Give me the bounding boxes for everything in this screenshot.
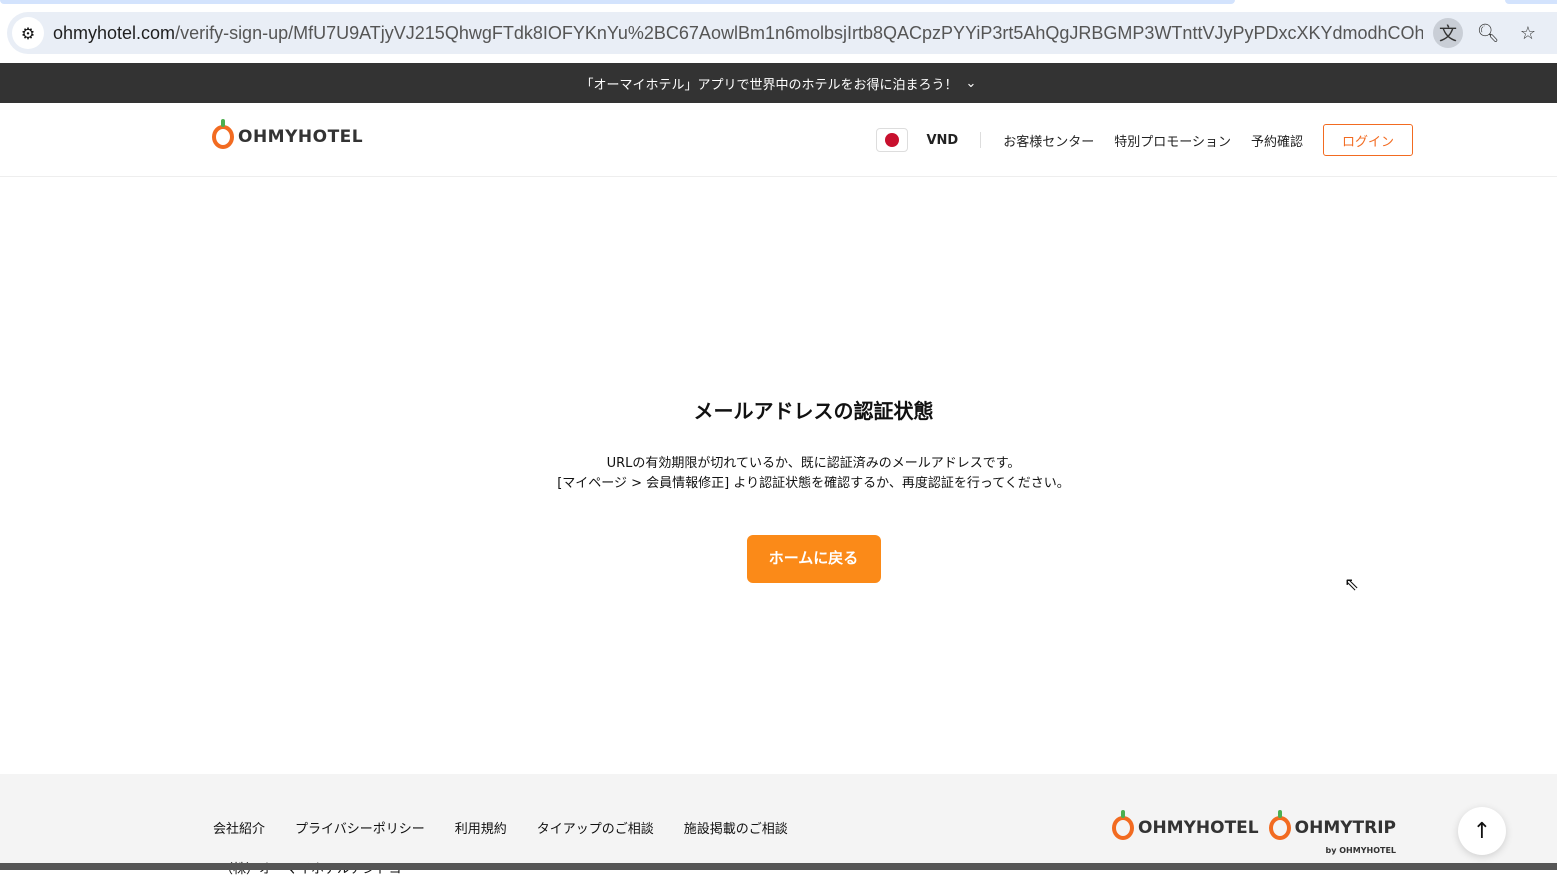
chevron-down-icon[interactable]: ⌄: [966, 76, 977, 91]
footer-logo-ohmytrip[interactable]: OHMYTRIP by OHMYHOTEL: [1268, 810, 1396, 855]
tab-strip: [0, 0, 1557, 5]
orange-logo-icon: [212, 119, 234, 149]
url-text[interactable]: ohmyhotel.com/verify-sign-up/MfU7U9ATjyV…: [53, 23, 1423, 44]
header-nav: VND お客様センター 特別プロモーション 予約確認 ログイン: [876, 124, 1413, 156]
bottom-bar: [0, 863, 1557, 870]
nav-promotions[interactable]: 特別プロモーション: [1114, 131, 1231, 150]
footer-logo-ohmyhotel[interactable]: OHMYHOTEL: [1112, 810, 1259, 840]
logo[interactable]: OHMYHOTEL: [212, 119, 363, 149]
app-banner[interactable]: 「オーマイホテル」アプリで世界中のホテルをお得に泊まろう！ ⌄: [0, 63, 1557, 103]
japan-flag-icon[interactable]: [876, 128, 909, 152]
site-header: OHMYHOTEL VND お客様センター 特別プロモーション 予約確認 ログイ…: [0, 103, 1557, 177]
translate-icon[interactable]: 文: [1433, 18, 1463, 48]
bookmark-star-icon[interactable]: ☆: [1513, 18, 1543, 48]
status-message: URLの有効期限が切れているか、既に認証済みのメールアドレスです。 [マイページ…: [557, 456, 1070, 491]
address-bar[interactable]: ⚙ ohmyhotel.com/verify-sign-up/MfU7U9ATj…: [7, 12, 1557, 54]
orange-logo-icon: [1112, 810, 1134, 840]
login-button[interactable]: ログイン: [1323, 124, 1413, 156]
nav-reservation-check[interactable]: 予約確認: [1251, 131, 1303, 150]
back-home-button[interactable]: ホームに戻る: [746, 535, 881, 583]
footer-link-terms[interactable]: 利用規約: [455, 818, 507, 837]
divider: [980, 132, 982, 148]
verification-status: メールアドレスの認証状態 URLの有効期限が切れているか、既に認証済みのメールア…: [0, 395, 1557, 583]
nav-customer-center[interactable]: お客様センター: [1003, 131, 1094, 150]
arrow-up-icon: ↑: [1472, 818, 1492, 844]
footer-link-company[interactable]: 会社紹介: [213, 818, 265, 837]
footer-link-listing[interactable]: 施設掲載のご相談: [684, 818, 788, 837]
banner-text: 「オーマイホテル」アプリで世界中のホテルをお得に泊まろう！: [580, 77, 958, 93]
footer: 会社紹介 プライバシーポリシー 利用規約 タイアップのご相談 施設掲載のご相談 …: [0, 774, 1557, 877]
site-settings-icon[interactable]: ⚙: [12, 17, 44, 49]
footer-link-privacy[interactable]: プライバシーポリシー: [295, 818, 425, 837]
currency-selector[interactable]: VND: [926, 133, 958, 148]
zoom-icon[interactable]: 🔍︎: [1473, 18, 1503, 48]
page-title: メールアドレスの認証状態: [693, 399, 934, 423]
mouse-cursor-icon: ⇖: [1344, 574, 1360, 595]
orange-logo-icon: [1268, 810, 1291, 840]
footer-link-tieup[interactable]: タイアップのご相談: [537, 818, 654, 837]
scroll-to-top-button[interactable]: ↑: [1458, 807, 1506, 855]
